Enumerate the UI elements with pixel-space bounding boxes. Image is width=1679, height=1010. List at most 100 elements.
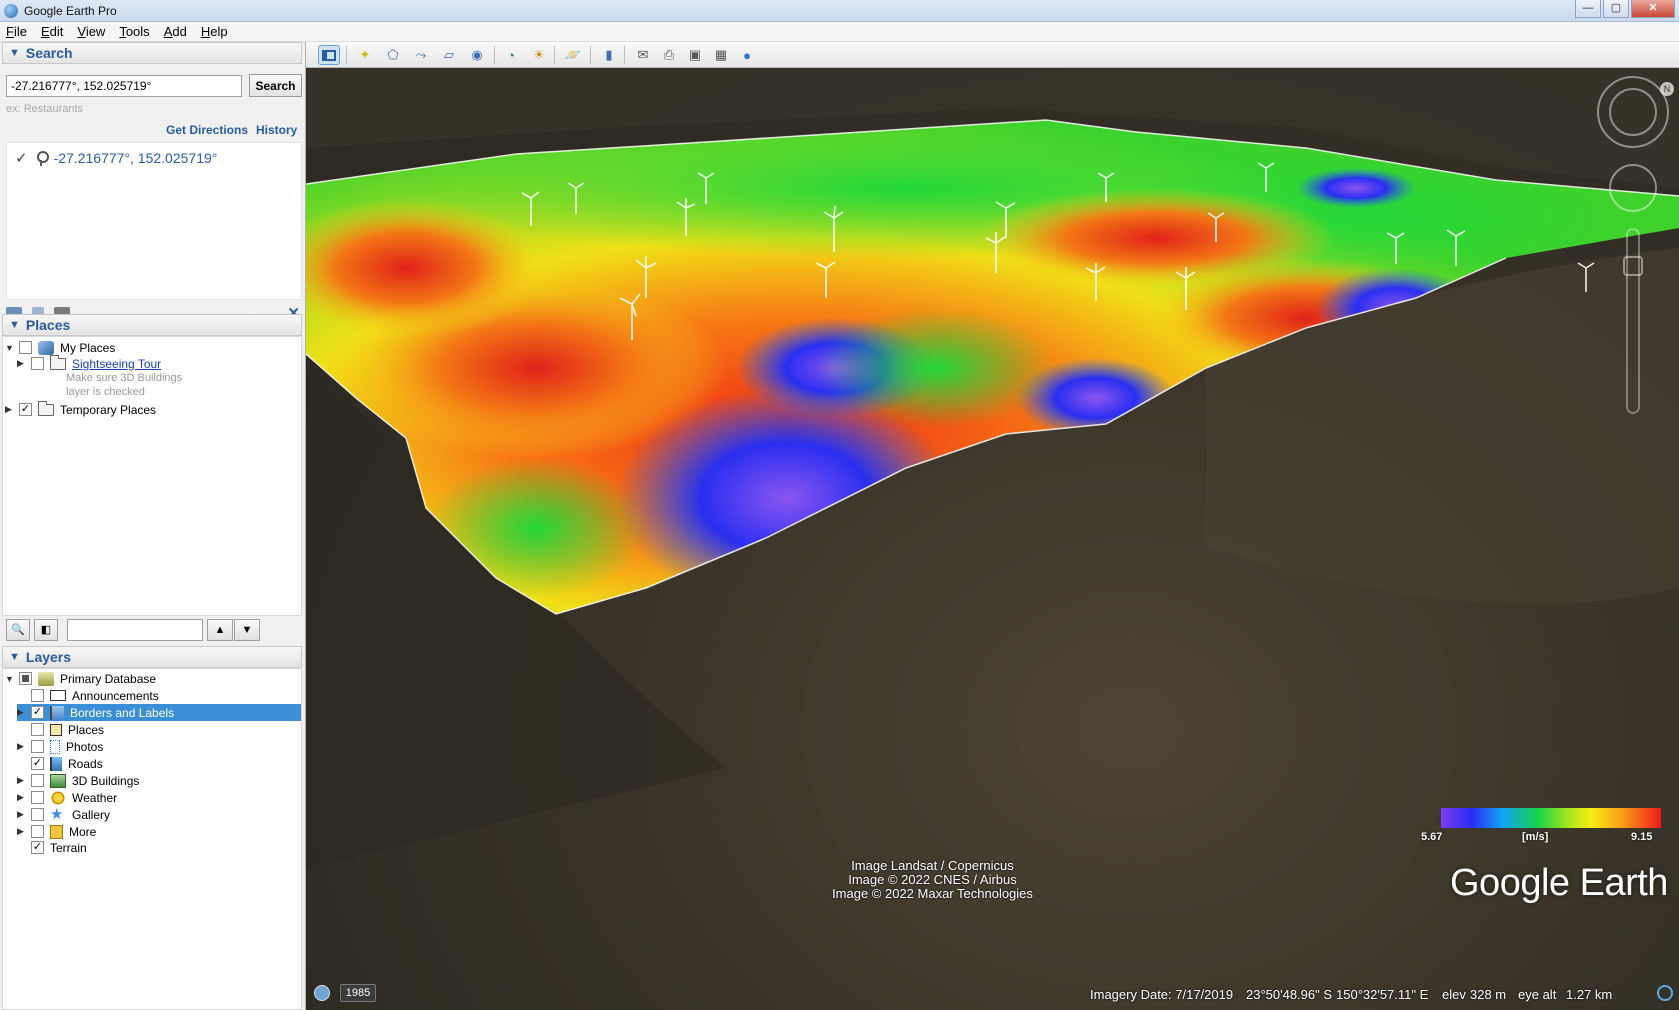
layers-panel-header[interactable]: ▼ Layers — [2, 646, 302, 668]
menu-bar: File Edit View Tools Add Help — [0, 22, 1679, 42]
expand-icon[interactable]: ▶ — [17, 741, 25, 752]
eye-altitude-readout: 1.27 km — [1566, 987, 1613, 1002]
move-down-button[interactable]: ▼ — [234, 619, 260, 641]
expand-icon[interactable]: ▶ — [17, 809, 25, 820]
menu-help[interactable]: Help — [201, 24, 228, 39]
panel-toggle-icon[interactable]: ◧ — [34, 619, 58, 641]
search-button[interactable]: Search — [249, 74, 302, 97]
expand-icon[interactable]: ▶ — [5, 404, 13, 415]
view-in-maps-icon[interactable]: ▦ — [710, 45, 732, 65]
map-view[interactable]: N Image Landsat / Copernicus Image © 202… — [306, 68, 1679, 1010]
toolbar-separator — [346, 46, 347, 64]
checkbox[interactable] — [31, 774, 44, 787]
add-image-overlay-icon[interactable]: ▱ — [438, 45, 460, 65]
checkbox[interactable]: ✓ — [31, 841, 44, 854]
add-path-icon[interactable]: ⤳ — [410, 45, 432, 65]
checkbox[interactable] — [31, 825, 44, 838]
sun-icon — [50, 790, 66, 805]
email-icon[interactable]: ✉ — [632, 45, 654, 65]
checkbox[interactable]: ✓ — [31, 757, 44, 770]
menu-tools[interactable]: Tools — [119, 24, 149, 39]
layer-3d-buildings[interactable]: ▶ 3D Buildings — [17, 772, 139, 789]
layer-announcements[interactable]: Announcements — [17, 687, 159, 704]
historical-clock-icon[interactable] — [314, 985, 330, 1001]
checkbox[interactable] — [31, 808, 44, 821]
expand-icon[interactable]: ▶ — [17, 792, 25, 803]
move-up-button[interactable]: ▲ — [207, 619, 233, 641]
tree-item-my-places[interactable]: ▼ My Places — [5, 339, 115, 356]
expand-icon[interactable]: ▼ — [5, 674, 14, 684]
checkbox[interactable] — [31, 357, 44, 370]
road-sign-icon — [50, 756, 62, 771]
layer-more[interactable]: ▶ More — [17, 823, 96, 840]
sunlight-icon[interactable]: ☀ — [528, 45, 550, 65]
places-panel-header[interactable]: ▼ Places — [2, 314, 302, 336]
layer-photos[interactable]: ▶ Photos — [17, 738, 103, 755]
north-up-icon[interactable]: N — [1660, 82, 1674, 96]
earth-gallery-icon[interactable]: ● — [736, 45, 758, 65]
legend-max-label: 9.15 — [1631, 831, 1653, 843]
folder-icon — [38, 400, 54, 416]
minimize-button[interactable]: — — [1575, 0, 1601, 18]
photo-icon — [50, 739, 60, 754]
expand-icon[interactable]: ▶ — [17, 358, 25, 369]
expand-icon[interactable]: ▶ — [17, 826, 25, 837]
more-folder-icon — [50, 824, 63, 839]
search-icon[interactable]: 🔍 — [6, 619, 30, 641]
ruler-icon[interactable]: ▮ — [598, 45, 620, 65]
checkmark-icon: ✓ — [15, 150, 28, 167]
layer-borders-and-labels[interactable]: ▶ ✓ Borders and Labels — [17, 704, 301, 721]
historical-imagery-icon[interactable]: ◔ — [500, 45, 522, 65]
checkbox[interactable] — [31, 740, 44, 753]
expand-icon[interactable]: ▶ — [17, 707, 25, 718]
layer-places[interactable]: Places — [17, 721, 104, 738]
checkbox[interactable] — [31, 723, 44, 736]
search-result-item[interactable]: ✓ -27.216777°, 152.025719° — [15, 149, 217, 167]
checkbox[interactable] — [19, 672, 32, 685]
maximize-button[interactable]: ▢ — [1603, 0, 1629, 18]
expand-icon[interactable]: ▼ — [5, 343, 14, 353]
checkbox[interactable] — [31, 791, 44, 804]
search-results: ✓ -27.216777°, 152.025719° — [6, 142, 302, 300]
search-input[interactable] — [6, 75, 242, 97]
collapse-icon: ▼ — [9, 651, 20, 663]
checkbox[interactable] — [31, 689, 44, 702]
main-toolbar: ✦ ⬠ ⤳ ▱ ◉ ◔ ☀ 🪐 ▮ ✉ ⎙ ▣ ▦ ● — [306, 42, 1679, 68]
sidebar-toggle-icon[interactable] — [318, 45, 340, 65]
buildings-icon — [50, 773, 66, 788]
checkbox[interactable]: ✓ — [31, 706, 44, 719]
google-earth-icon — [4, 3, 18, 18]
add-polygon-icon[interactable]: ⬠ — [382, 45, 404, 65]
menu-edit[interactable]: Edit — [41, 24, 63, 39]
historical-imagery-year[interactable]: 1985 — [340, 984, 376, 1002]
add-placemark-icon[interactable]: ✦ — [354, 45, 376, 65]
layer-gallery[interactable]: ▶ ★ Gallery — [17, 806, 110, 823]
move-joystick[interactable] — [1609, 164, 1657, 212]
zoom-slider-handle[interactable] — [1623, 256, 1643, 276]
history-link[interactable]: History — [256, 123, 297, 137]
close-button[interactable]: ✕ — [1631, 0, 1675, 18]
record-tour-icon[interactable]: ◉ — [466, 45, 488, 65]
layer-weather[interactable]: ▶ Weather — [17, 789, 117, 806]
get-directions-link[interactable]: Get Directions — [166, 123, 248, 137]
print-icon[interactable]: ⎙ — [658, 45, 680, 65]
search-panel-header[interactable]: ▼ Search — [2, 42, 302, 64]
layer-terrain[interactable]: ✓ Terrain — [17, 839, 87, 856]
attribution-line-2: Image © 2022 CNES / Airbus — [848, 872, 1017, 887]
layer-primary-database[interactable]: ▼ Primary Database — [5, 670, 156, 687]
planets-icon[interactable]: 🪐 — [562, 45, 584, 65]
look-joystick-inner[interactable] — [1609, 88, 1657, 136]
checkbox[interactable] — [19, 341, 32, 354]
expand-icon[interactable]: ▶ — [17, 775, 25, 786]
toolbar-separator — [494, 46, 495, 64]
latitude-readout: 23°50'48.96" S — [1246, 987, 1333, 1002]
save-image-icon[interactable]: ▣ — [684, 45, 706, 65]
search-hint: ex: Restaurants — [6, 103, 84, 115]
menu-file[interactable]: File — [6, 24, 27, 39]
tree-item-temporary-places[interactable]: ▶ ✓ Temporary Places — [5, 400, 156, 418]
places-filter-input[interactable] — [67, 619, 203, 641]
checkbox[interactable]: ✓ — [19, 403, 32, 416]
menu-view[interactable]: View — [77, 24, 105, 39]
menu-add[interactable]: Add — [164, 24, 187, 39]
layer-roads[interactable]: ✓ Roads — [17, 755, 103, 772]
